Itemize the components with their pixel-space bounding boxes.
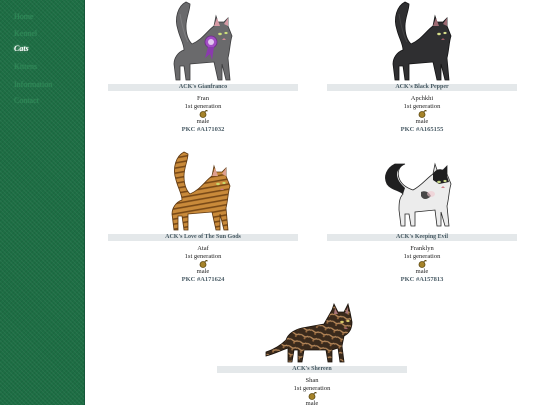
pkc-number: PKC #A157813 (400, 275, 444, 283)
cat-image-tortie[interactable] (262, 300, 362, 366)
generation-label: 1st generation (293, 384, 331, 392)
generation-label: 1st generation (403, 102, 441, 110)
cat-card: ACK's Black Pepper Apchkhi 1st generatio… (327, 0, 517, 133)
generation-label: 1st generation (184, 102, 222, 110)
male-symbol-icon (418, 110, 426, 118)
nav-kittens-link[interactable]: Kittens (14, 62, 37, 71)
cat-card: ACK's Shereen Shan 1st generation male (217, 300, 407, 408)
cat-name[interactable]: ACK's Shereen (217, 366, 407, 373)
cat-name[interactable]: ACK's Love of The Sun Gods (108, 234, 298, 241)
sex-label: male (196, 268, 210, 275)
cat-image-grey[interactable] (158, 0, 248, 84)
sex-label: male (305, 400, 319, 407)
cat-card: ACK's Love of The Sun Gods Ataf 1st gene… (108, 150, 298, 283)
cat-image-bicolor[interactable] (377, 150, 467, 234)
pkc-number: PKC #A165155 (400, 125, 444, 133)
cat-name[interactable]: ACK's Black Pepper (327, 84, 517, 91)
male-symbol-icon (199, 110, 207, 118)
nav-kennel-link[interactable]: Kennel (14, 29, 37, 38)
nav-contact-link[interactable]: Contact (14, 96, 39, 105)
cat-name[interactable]: ACK's Keeping Evil (327, 234, 517, 241)
nav-information-link[interactable]: Information (14, 80, 52, 89)
sex-label: male (196, 118, 210, 125)
cat-image-black[interactable] (377, 0, 467, 84)
sidebar: Home Kennel Cats Kittens Information Con… (0, 0, 85, 405)
pkc-number: PKC #A171624 (181, 275, 225, 283)
cat-card: ACK's Gianfranco Fran 1st generation mal… (108, 0, 298, 133)
cat-name[interactable]: ACK's Gianfranco (108, 84, 298, 91)
owner-name: Apchkhi (410, 95, 434, 102)
generation-label: 1st generation (403, 252, 441, 260)
generation-label: 1st generation (184, 252, 222, 260)
sex-label: male (415, 118, 429, 125)
owner-name: Shan (305, 377, 319, 384)
owner-name: Fran (197, 95, 209, 102)
male-symbol-icon (418, 260, 426, 268)
nav-cats-link[interactable]: Cats (14, 44, 29, 53)
cat-card: ACK's Keeping Evil Franklyn 1st generati… (327, 150, 517, 283)
pkc-number: PKC #A171032 (181, 125, 225, 133)
owner-name: Ataf (197, 245, 209, 252)
main-content: ACK's Gianfranco Fran 1st generation mal… (85, 0, 540, 408)
sex-label: male (415, 268, 429, 275)
male-symbol-icon (308, 392, 316, 400)
owner-name: Franklyn (410, 245, 434, 252)
male-symbol-icon (199, 260, 207, 268)
nav-home-link[interactable]: Home (14, 12, 34, 21)
cat-image-tabby[interactable] (158, 150, 248, 234)
